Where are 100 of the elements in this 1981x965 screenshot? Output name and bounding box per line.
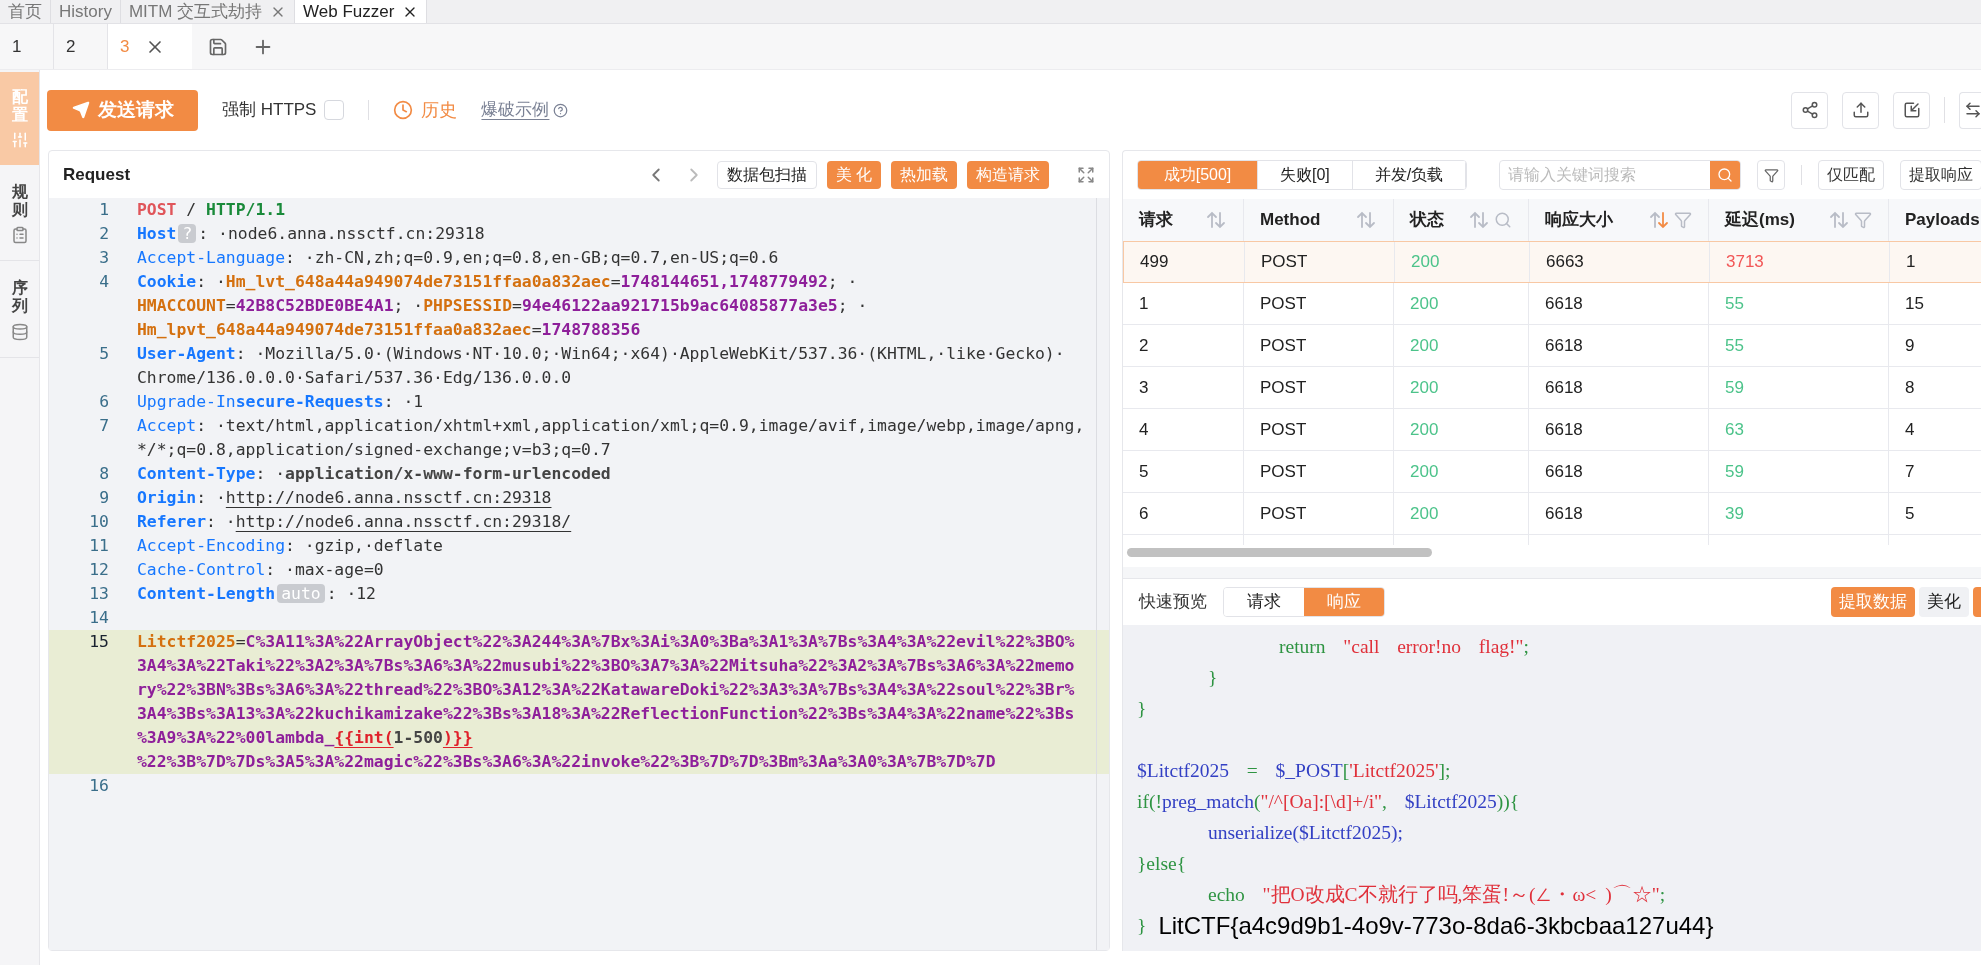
code-token: POST: [137, 200, 177, 219]
code-token: return: [1278, 635, 1327, 659]
search-box[interactable]: 请输入关键词搜索: [1499, 160, 1742, 190]
table-row[interactable]: 4 POST 200 6618 63 4: [1123, 409, 1981, 451]
code-token: )}}: [442, 728, 473, 747]
example-link[interactable]: 爆破示例: [481, 97, 550, 123]
table-row[interactable]: 5 POST 200 6618 59 7: [1123, 451, 1981, 493]
code-token: if(!: [1137, 790, 1162, 814]
code-token: ];: [1438, 759, 1451, 783]
clipboard-icon: [10, 226, 29, 245]
flag-text: LitCTF{a4c9d9b1-4o9v-773o-8da6-3kbcbaa127u44}: [1158, 911, 1714, 941]
line-number: 9: [98, 487, 109, 509]
code-token: "把O改成C不就行了吗,笨蛋!～(∠・ω< )⌒☆": [1262, 883, 1660, 907]
preview-button[interactable]: 美化: [1919, 587, 1969, 617]
code-token: 3A4%3Bs%3A13%3A%22kuchikamizake%22%3Bs%3A18%3A%22ReflectionFunction%22%3Bs%3A4%3A%22name%22%3Bs: [137, 704, 1075, 723]
search-field[interactable]: 请输入关键词搜索: [1500, 161, 1711, 189]
code-token: Content-Type: [137, 464, 256, 483]
code-token: Accept-Encoding: [137, 536, 286, 555]
code-token: HTTP/1.1: [206, 200, 286, 219]
code-token: {{int(: [334, 728, 394, 747]
table-cell-text: 200: [1410, 376, 1439, 399]
code-token: ; ·: [393, 296, 424, 315]
sort-icon[interactable]: [1468, 210, 1490, 230]
upload-icon: [1851, 101, 1870, 119]
filter-button[interactable]: [1757, 160, 1786, 190]
line-number: 8: [98, 463, 109, 485]
fullscreen-icon[interactable]: [1077, 165, 1095, 184]
export-button[interactable]: [1842, 91, 1879, 129]
code-token: =: [1245, 759, 1259, 783]
line-number: 1: [98, 199, 109, 221]
search-button[interactable]: [1710, 161, 1741, 189]
code-token: : ·1: [383, 392, 424, 411]
code-token: ;: [1659, 883, 1666, 907]
table-cell-text: 200: [1410, 460, 1439, 483]
window-tab[interactable]: Web Fuzzer: [295, 0, 428, 23]
code-token: : ·gzip,·deflate: [285, 536, 443, 555]
share-button[interactable]: [1791, 91, 1828, 129]
sort-icon[interactable]: [1205, 210, 1227, 230]
scrollbar[interactable]: [1127, 547, 1432, 557]
table-cell-text: 55: [1725, 334, 1744, 357]
table-cell-text: POST: [1260, 376, 1307, 399]
code-token: http://node6.anna.nssctf.cn:29318/: [235, 512, 572, 531]
line-number: 12: [88, 559, 109, 581]
help-icon[interactable]: [553, 102, 569, 118]
fuzzer-tab[interactable]: 1: [0, 24, 54, 69]
window-tab[interactable]: History: [51, 0, 121, 23]
side-tab[interactable]: 规则: [0, 167, 39, 262]
code-token: =: [610, 272, 621, 291]
table-row[interactable]: 499 POST 200 6663 3713 1: [1123, 241, 1981, 283]
code-token: =: [531, 320, 542, 339]
stack-icon: [10, 322, 29, 341]
window-tab[interactable]: 首页: [0, 0, 51, 23]
table-cell-text: 55: [1725, 292, 1744, 315]
swap-button[interactable]: [1959, 91, 1981, 129]
table-cell-text: 200: [1410, 418, 1439, 441]
code-token: Hm_lpvt_648a44a949074de73151ffaa0a832aec: [137, 320, 532, 339]
result-action-button[interactable]: 提取响应: [1900, 160, 1981, 190]
https-checkbox[interactable]: [324, 100, 345, 120]
result-action-button[interactable]: 仅匹配: [1818, 160, 1885, 190]
code-token: Chrome/136.0.0.0·Safari/537.36·Edg/136.0.0.0: [137, 368, 572, 387]
code-token: 42B8C52BDE0BE4A1: [235, 296, 394, 315]
table-cell-text: 6663: [1546, 251, 1584, 274]
code-token: 94e46122aa921715b9ac64085877a3e5: [521, 296, 838, 315]
table-cell-text: POST: [1261, 251, 1308, 274]
side-tab[interactable]: 序列: [0, 263, 39, 358]
filter-icon[interactable]: [1674, 211, 1692, 229]
table-cell-text: 6618: [1545, 376, 1583, 399]
clock-icon: [393, 100, 414, 120]
line-number: 15: [88, 631, 109, 653]
table-cell-text: POST: [1260, 292, 1307, 315]
import-button[interactable]: [1893, 91, 1930, 129]
table-row[interactable]: 2 POST 200 6618 55 9: [1123, 325, 1981, 367]
editor-button[interactable]: 数据包扫描: [716, 160, 817, 189]
table-cell-text: 4: [1905, 418, 1915, 441]
line-number: 10: [88, 511, 109, 533]
sort-icon[interactable]: [1648, 210, 1670, 230]
line-number: 6: [98, 391, 109, 413]
table-row[interactable]: 1 POST 200 6618 55 15: [1123, 283, 1981, 325]
code-token: $Litctf2025: [1137, 759, 1230, 783]
sort-icon[interactable]: [1355, 210, 1377, 230]
code-token: [: [1342, 759, 1350, 783]
code-token: : ·Mozilla/5.0·(Windows·NT·10.0;·Win64;·x64)·AppleWebKit/537.36·(KHTML,·like·Gecko)·: [235, 344, 1065, 363]
swap-icon: [1964, 101, 1981, 119]
code-token: : ·12: [326, 584, 376, 603]
table-row[interactable]: 6 POST 200 6618 39 5: [1123, 493, 1981, 535]
panel-title: Request: [63, 163, 131, 186]
code-token: }: [1137, 697, 1147, 721]
code-token: application/x-www-form-urlencoded: [285, 464, 611, 483]
table-row[interactable]: 3 POST 200 6618 59 8: [1123, 367, 1981, 409]
code-token: User-Agent: [137, 344, 236, 363]
table-cell-text: 59: [1725, 460, 1744, 483]
table-cell-text: 1: [1906, 251, 1916, 274]
sort-icon[interactable]: [1828, 210, 1850, 230]
save-icon[interactable]: [208, 36, 228, 57]
filter-icon[interactable]: [1854, 211, 1872, 229]
table-cell-text: 6: [1139, 502, 1149, 525]
code-token: 3A4%3A%22Taki%22%3A2%3A%7Bs%3A6%3A%22musubi%22%3BO%3A7%3A%22Mitsuha%22%3A2%3A%7Bs%3A6%3A%22memo: [137, 656, 1075, 675]
table-cell-text: 39: [1725, 502, 1744, 525]
table-cell-text: 5: [1905, 502, 1915, 525]
search-icon[interactable]: [1494, 211, 1512, 229]
